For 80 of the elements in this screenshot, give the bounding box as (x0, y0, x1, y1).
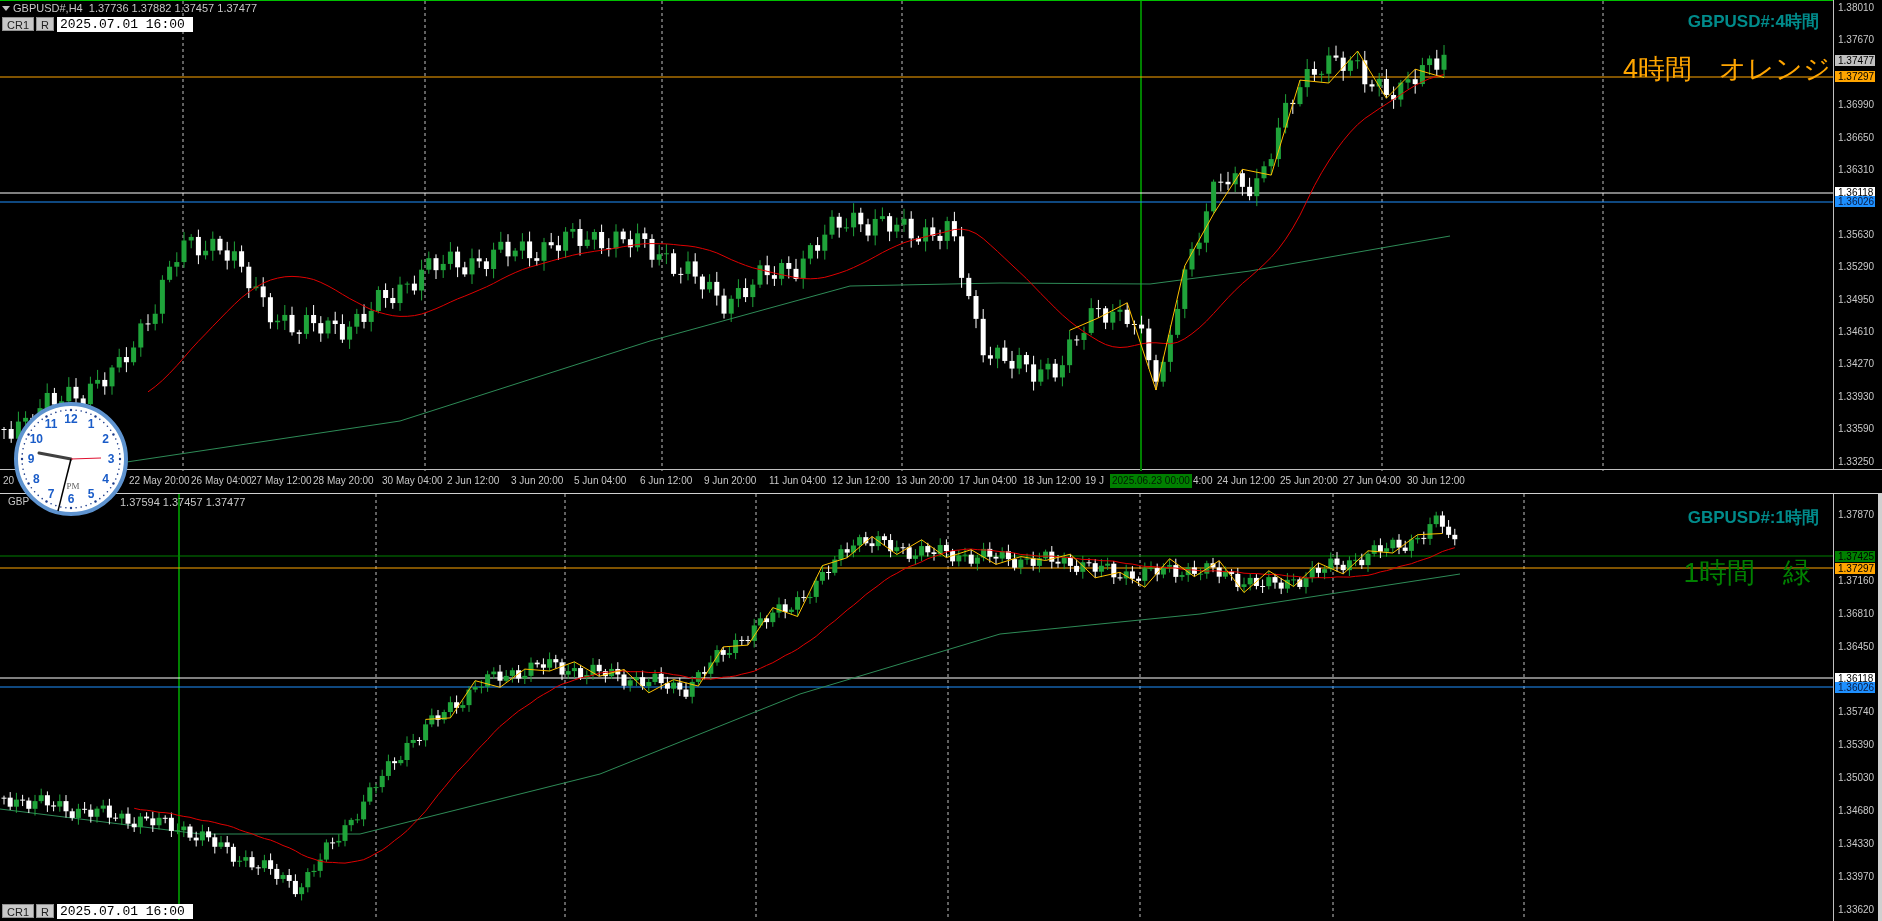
clock-numeral: 2 (102, 432, 109, 446)
time-label: 5 Jun 04:00 (574, 475, 627, 487)
time-label: 3 Jun 20:00 (511, 475, 564, 487)
price-label: 1.35290 (1838, 261, 1875, 274)
clock-numeral: 11 (44, 417, 58, 432)
date-field[interactable]: 2025.07.01 16:00 (56, 16, 193, 32)
price-label: 1.33930 (1838, 390, 1875, 403)
time-label: 12 Jun 12:00 (832, 475, 890, 487)
r-button[interactable]: R (36, 17, 54, 31)
clock-numeral: 9 (27, 452, 35, 466)
clock-numeral: 3 (107, 452, 115, 466)
time-label: 27 Jun 04:00 (1343, 475, 1401, 487)
price-label: 1.37160 (1838, 574, 1875, 587)
time-label: 22 May 20:00 (129, 475, 190, 487)
time-label: 30 Jun 12:00 (1407, 475, 1465, 487)
time-label: 26 May 04:00 (191, 475, 252, 487)
price-tag: 1.37425 (1835, 551, 1875, 562)
price-tag: 1.36026 (1835, 196, 1875, 207)
clock-numeral: 5 (87, 486, 95, 501)
r-button[interactable]: R (36, 904, 54, 918)
price-label: 1.37670 (1838, 34, 1875, 47)
price-label: 1.33590 (1838, 423, 1875, 436)
price-label: 1.36650 (1838, 131, 1875, 144)
price-label: 1.37870 (1838, 509, 1875, 521)
price-tag: 1.36026 (1835, 682, 1875, 693)
price-label: 1.33250 (1838, 455, 1875, 468)
time-label: 9 Jun 20:00 (704, 475, 757, 487)
price-label: 1.36810 (1838, 607, 1875, 620)
time-label: 24 Jun 12:00 (1217, 475, 1275, 487)
time-label: 25 Jun 20:00 (1280, 475, 1338, 487)
price-label: 1.35030 (1838, 772, 1875, 785)
time-label: 18 Jun 12:00 (1023, 475, 1081, 487)
time-label: 11 Jun 04:00 (769, 475, 827, 487)
price-label: 1.34680 (1838, 805, 1875, 818)
dropdown-icon[interactable] (2, 5, 10, 11)
cr1-button[interactable]: CR1 (2, 17, 34, 31)
chart-note: 4時間 オレンジ (1622, 53, 1831, 86)
price-label: 1.35740 (1838, 706, 1875, 719)
time-label: 4:00 (1193, 475, 1213, 487)
time-label: 13 Jun 20:00 (896, 475, 954, 487)
price-tag: 1.37297 (1835, 563, 1875, 574)
price-label: 1.33620 (1838, 903, 1875, 916)
clock-numeral: 8 (33, 472, 40, 486)
time-label: 19 J (1085, 475, 1104, 487)
time-label: 6 Jun 12:00 (640, 475, 693, 487)
price-label: 1.34270 (1838, 358, 1875, 371)
clock-numeral: 10 (29, 432, 44, 446)
price-label: 1.36990 (1838, 99, 1875, 112)
clock-numeral: 6 (67, 492, 75, 506)
chart-header: GBP (8, 496, 30, 508)
chart-header: GBPUSD#,H4 1.37736 1.37882 1.37457 1.37477 (13, 2, 258, 14)
price-tag: 1.37297 (1835, 71, 1875, 82)
time-label: 27 May 12:00 (251, 475, 312, 487)
clock-numeral: 1 (87, 417, 95, 432)
price-label: 1.35390 (1838, 739, 1875, 752)
price-label: 1.33970 (1838, 870, 1875, 883)
time-label: 2 Jun 12:00 (447, 475, 500, 487)
time-label: 20 (3, 475, 15, 487)
price-label: 1.35630 (1838, 228, 1875, 241)
time-label: 17 Jun 04:00 (959, 475, 1017, 487)
chart-title: GBPUSD#:1時間 (1687, 507, 1819, 529)
time-label: 28 May 20:00 (313, 475, 374, 487)
price-tag: 1.37477 (1835, 55, 1875, 66)
clock-numeral: 12 (64, 412, 78, 426)
price-label: 1.34610 (1838, 326, 1875, 338)
date-field[interactable]: 2025.07.01 16:00 (56, 903, 193, 919)
price-label: 1.36310 (1838, 164, 1875, 176)
clock-numeral: 7 (47, 486, 55, 501)
clock-numeral: 4 (102, 472, 109, 486)
price-label: 1.38010 (1838, 2, 1875, 14)
clock-period-label: PM (66, 481, 80, 491)
chart-title: GBPUSD#:4時間 (1687, 11, 1819, 33)
time-label: 30 May 04:00 (382, 475, 443, 487)
cr1-button[interactable]: CR1 (2, 904, 34, 918)
price-label: 1.34950 (1838, 293, 1875, 306)
hour-hand (37, 451, 73, 461)
second-hand (70, 457, 102, 460)
price-label: 1.36450 (1838, 640, 1875, 653)
price-label: 1.34330 (1838, 838, 1875, 850)
cursor-time-label: 2025.06.23 00:00 (1110, 474, 1192, 488)
